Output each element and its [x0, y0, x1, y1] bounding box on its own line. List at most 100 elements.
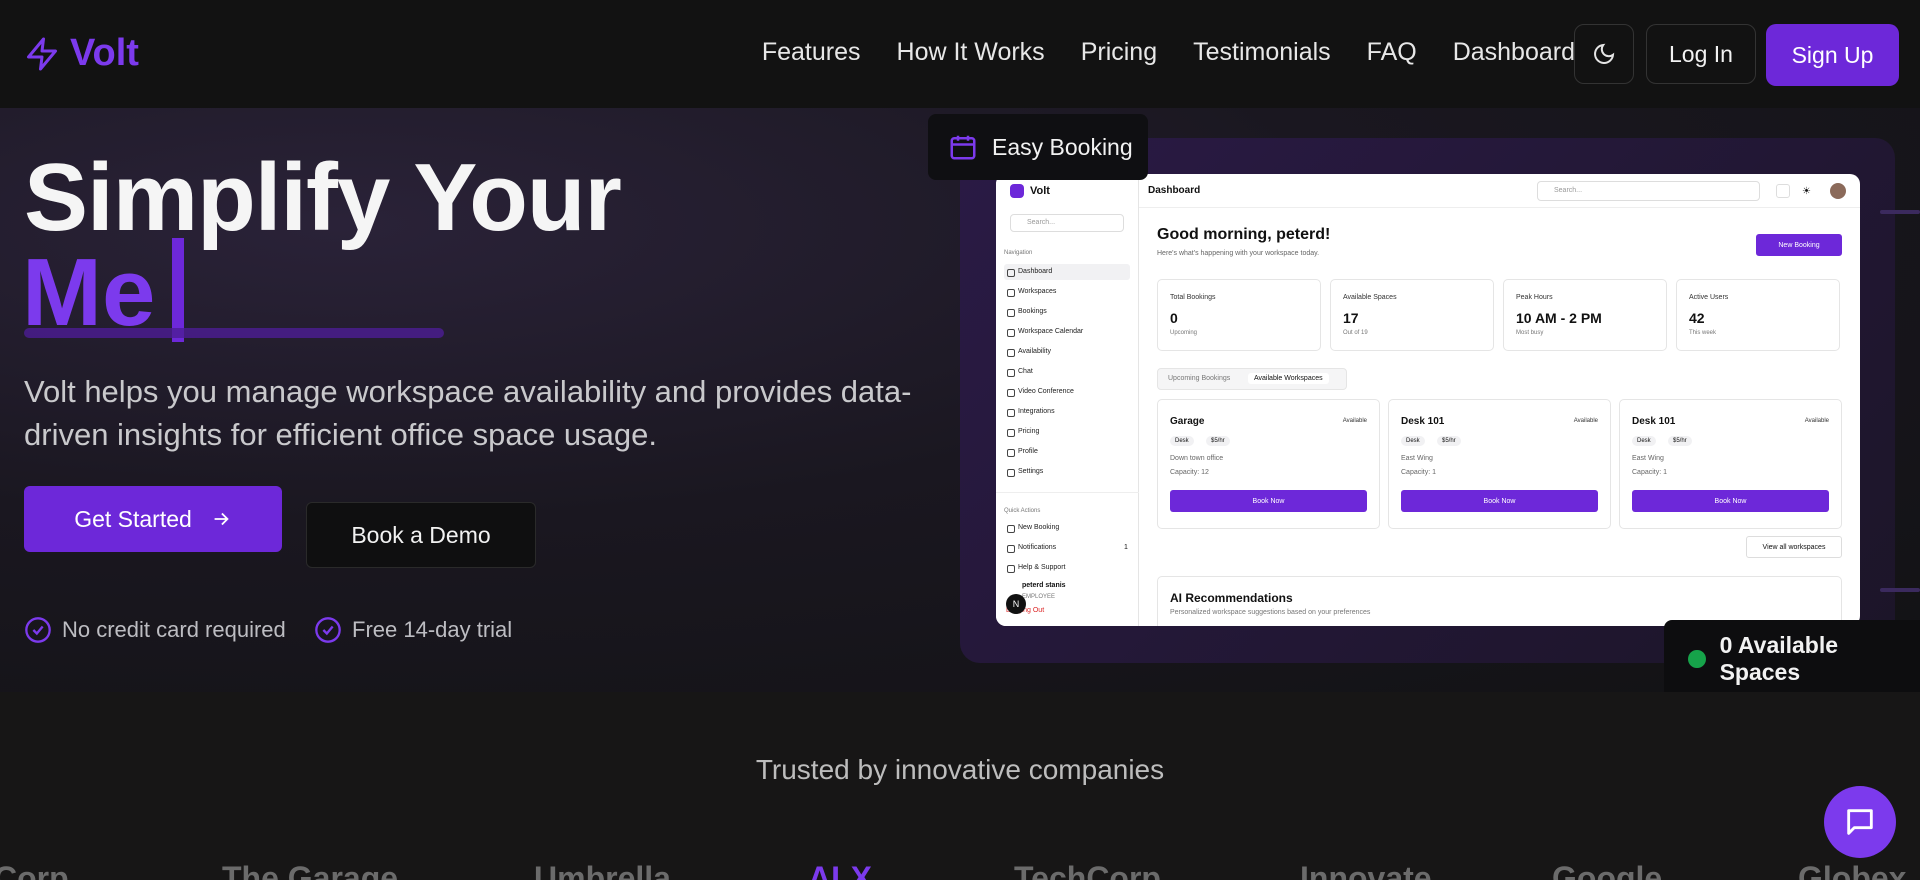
- decorative-line: [1880, 210, 1920, 214]
- calendar-icon: [950, 135, 976, 160]
- mock-nav-calendar[interactable]: Workspace Calendar: [1004, 324, 1130, 340]
- tab-available-workspaces[interactable]: Available Workspaces: [1248, 373, 1329, 384]
- nav-link-features[interactable]: Features: [762, 38, 861, 67]
- trusted-title: Trusted by innovative companies: [755, 754, 1165, 785]
- stat-sub: Upcoming: [1170, 330, 1198, 336]
- book-demo-button[interactable]: Book a Demo: [306, 502, 536, 568]
- stat-value: 10 AM - 2 PM: [1516, 310, 1602, 326]
- company-logo: TechCorp: [1014, 860, 1161, 880]
- workspace-location: East Wing: [1401, 455, 1433, 462]
- nav-link-pricing[interactable]: Pricing: [1081, 38, 1157, 67]
- top-nav: Volt Features How It Works Pricing Testi…: [0, 0, 1920, 108]
- mock-user-name: peterd stanis: [1022, 582, 1066, 589]
- ai-title: AI Recommendations: [1170, 591, 1293, 605]
- mock-nav-video[interactable]: Video Conference: [1004, 384, 1130, 400]
- mock-quick-label: Quick Actions: [1004, 508, 1041, 514]
- company-logo: The Garage: [222, 860, 399, 880]
- chat-button[interactable]: [1824, 786, 1896, 858]
- ai-subtitle: Personalized workspace suggestions based…: [1170, 609, 1371, 616]
- nav-links: Features How It Works Pricing Testimonia…: [762, 38, 1575, 67]
- workspace-name: Desk 101: [1632, 416, 1676, 427]
- stat-card: Active Users 42 This week: [1676, 279, 1840, 351]
- mock-nav-profile[interactable]: Profile: [1004, 444, 1130, 460]
- avatar[interactable]: N: [1006, 594, 1026, 614]
- mock-nav-integrations[interactable]: Integrations: [1004, 404, 1130, 420]
- view-all-workspaces-button[interactable]: View all workspaces: [1746, 536, 1842, 558]
- get-started-button[interactable]: Get Started: [24, 486, 282, 552]
- company-logo: Umbrella: [534, 860, 671, 880]
- perk-no-credit-card: No credit card required: [24, 616, 286, 644]
- login-button[interactable]: Log In: [1646, 24, 1756, 84]
- chat-bubble-icon: [1847, 809, 1873, 835]
- nav-link-faq[interactable]: FAQ: [1367, 38, 1417, 67]
- workspace-price: $5/hr: [1668, 436, 1692, 446]
- workspace-status: Available: [1342, 418, 1367, 424]
- bell-icon[interactable]: [1776, 184, 1790, 198]
- mock-page-title: Dashboard: [1148, 185, 1201, 196]
- mock-divider: [996, 492, 1139, 493]
- mock-nav-pricing[interactable]: Pricing: [1004, 424, 1130, 440]
- stat-card: Peak Hours 10 AM - 2 PM Most busy: [1503, 279, 1667, 351]
- stat-title: Total Bookings: [1170, 294, 1216, 301]
- book-now-button[interactable]: Book Now: [1170, 490, 1367, 512]
- workspace-capacity: Capacity: 1: [1401, 469, 1437, 476]
- workspace-name: Garage: [1170, 416, 1205, 427]
- workspace-status: Available: [1804, 418, 1829, 424]
- user-avatar[interactable]: [1830, 183, 1846, 199]
- mock-quick-help[interactable]: Help & Support: [1004, 560, 1130, 576]
- sun-icon[interactable]: ☀: [1802, 186, 1811, 197]
- theme-toggle-button[interactable]: [1574, 24, 1634, 84]
- mock-nav-chat[interactable]: Chat: [1004, 364, 1130, 380]
- tab-upcoming-bookings[interactable]: Upcoming Bookings: [1162, 373, 1236, 384]
- workspace-card: Garage Available Desk $5/hr Down town of…: [1157, 399, 1380, 529]
- workspace-type: Desk: [1170, 436, 1194, 446]
- check-circle-icon: [315, 617, 341, 643]
- mock-quick-notifications[interactable]: Notifications: [1004, 540, 1130, 556]
- book-now-button[interactable]: Book Now: [1632, 490, 1829, 512]
- mock-nav-settings[interactable]: Settings: [1004, 464, 1130, 480]
- mock-sidebar-search[interactable]: Search...: [1010, 214, 1124, 232]
- perk-free-trial: Free 14-day trial: [314, 616, 512, 644]
- status-dot-icon: [1688, 650, 1706, 668]
- typing-caret: [172, 238, 184, 342]
- mock-brand-name: Volt: [1030, 185, 1050, 197]
- headline-underline: [24, 328, 444, 338]
- workspace-type: Desk: [1632, 436, 1656, 446]
- hero-description: Volt helps you manage workspace availabi…: [24, 374, 912, 452]
- company-logo: ALX: [808, 860, 872, 880]
- workspace-location: Down town office: [1170, 455, 1224, 462]
- perk-label: Free 14-day trial: [352, 617, 513, 642]
- workspace-status: Available: [1573, 418, 1598, 424]
- mock-nav-availability[interactable]: Availability: [1004, 344, 1130, 360]
- hero-typed-word: Me: [22, 239, 156, 346]
- mock-new-booking-button[interactable]: New Booking: [1756, 234, 1842, 256]
- workspace-location: East Wing: [1632, 455, 1664, 462]
- mock-nav-workspaces[interactable]: Workspaces: [1004, 284, 1130, 300]
- nav-link-testimonials[interactable]: Testimonials: [1193, 38, 1331, 67]
- stat-value: 17: [1343, 310, 1359, 326]
- book-now-button[interactable]: Book Now: [1401, 490, 1598, 512]
- company-logo: Google: [1552, 860, 1663, 880]
- mock-tabs: Upcoming Bookings Available Workspaces: [1157, 368, 1347, 390]
- dashboard-mockup: Volt Search... Navigation Dashboard Work…: [996, 174, 1860, 626]
- available-spaces-label: 0 Available Spaces: [1719, 632, 1839, 685]
- lightning-bolt-icon: [27, 37, 57, 70]
- mock-nav-label: Navigation: [1004, 250, 1033, 256]
- mock-brand: Volt: [1010, 184, 1050, 198]
- mock-quick-new-booking[interactable]: New Booking: [1004, 520, 1130, 536]
- stat-title: Available Spaces: [1343, 294, 1397, 301]
- get-started-label: Get Started: [74, 505, 192, 532]
- mock-top-search[interactable]: Search...: [1537, 181, 1760, 201]
- signup-button[interactable]: Sign Up: [1766, 24, 1899, 86]
- brand-logo[interactable]: Volt: [24, 32, 139, 75]
- nav-link-dashboard[interactable]: Dashboard: [1453, 38, 1575, 67]
- mock-nav-bookings[interactable]: Bookings: [1004, 304, 1130, 320]
- mock-logo-icon: [1010, 184, 1024, 198]
- brand-name: Volt: [70, 32, 139, 74]
- workspace-type: Desk: [1401, 436, 1425, 446]
- stat-sub: Out of 19: [1343, 330, 1368, 336]
- nav-link-how-it-works[interactable]: How It Works: [897, 38, 1045, 67]
- mock-sidebar: Volt Search... Navigation Dashboard Work…: [996, 174, 1139, 626]
- mock-nav-dashboard[interactable]: Dashboard: [1004, 264, 1130, 280]
- mock-greeting-sub: Here's what's happening with your worksp…: [1157, 250, 1320, 257]
